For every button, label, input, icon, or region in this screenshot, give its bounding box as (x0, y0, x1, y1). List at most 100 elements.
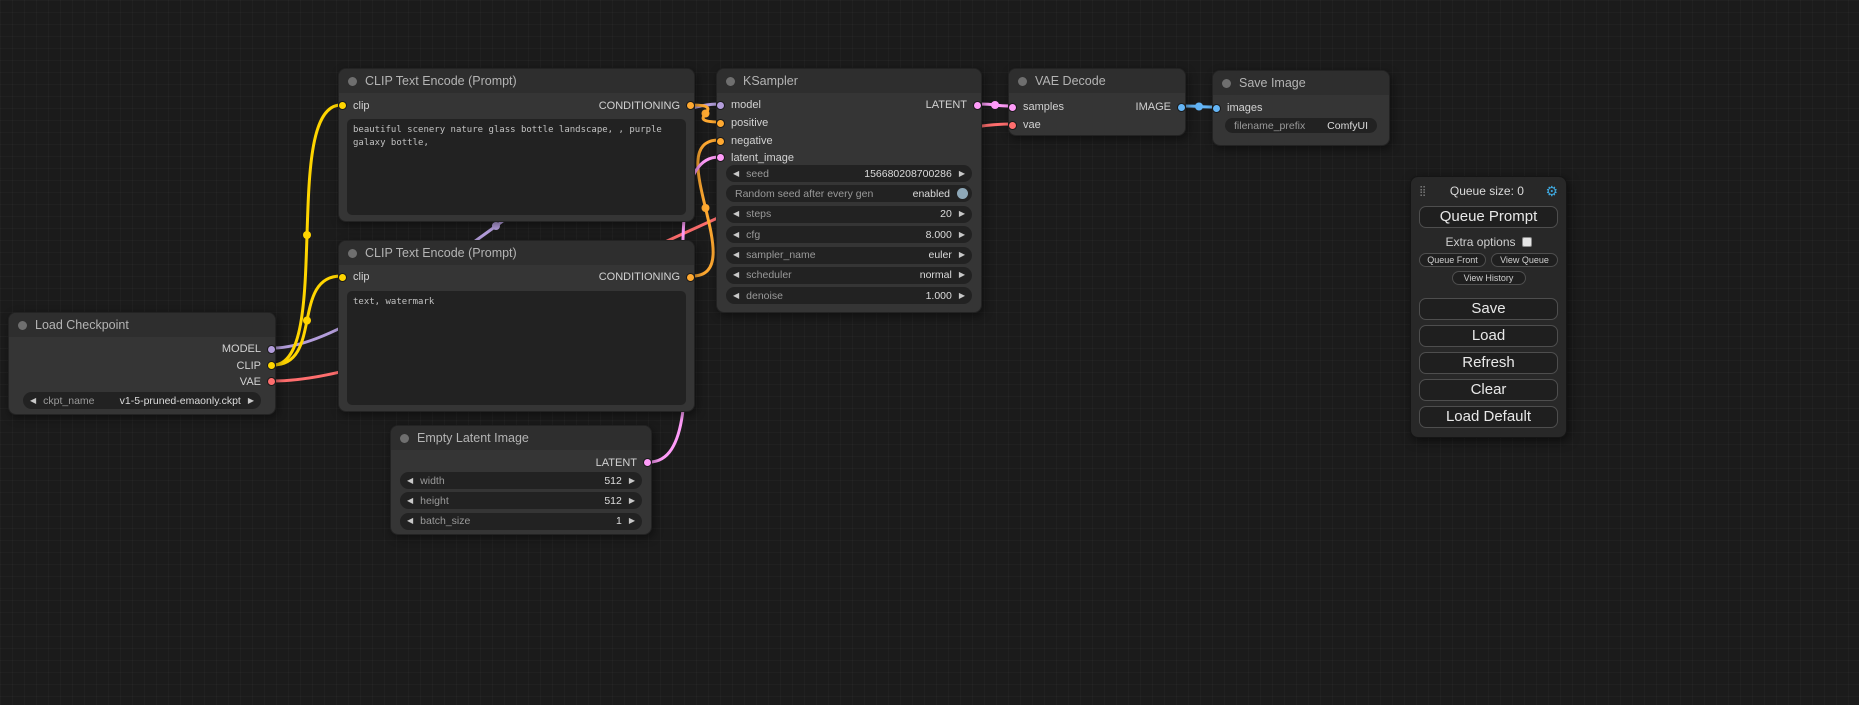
node-vae-decode[interactable]: VAE Decode samples vae IMAGE (1008, 68, 1186, 136)
node-load-checkpoint[interactable]: Load Checkpoint MODEL CLIP VAE ◀ ckpt_na… (8, 312, 276, 415)
output-slot-image[interactable] (1177, 103, 1186, 112)
view-history-button[interactable]: View History (1452, 271, 1526, 285)
widget-value: 8.000 (926, 229, 952, 241)
input-slot-images[interactable] (1212, 104, 1221, 113)
collapse-dot[interactable] (1222, 79, 1231, 88)
output-slot-conditioning[interactable] (686, 101, 695, 110)
queue-prompt-button[interactable]: Queue Prompt (1419, 206, 1558, 228)
collapse-dot[interactable] (18, 321, 27, 330)
prompt-textarea[interactable]: text, watermark (347, 291, 686, 405)
increment-arrow-icon[interactable]: ▶ (629, 477, 635, 485)
output-slot-conditioning[interactable] (686, 273, 695, 282)
toggle-dot[interactable] (957, 188, 968, 199)
increment-arrow-icon[interactable]: ▶ (629, 497, 635, 505)
collapse-dot[interactable] (400, 434, 409, 443)
node-header[interactable]: Empty Latent Image (391, 426, 651, 450)
increment-arrow-icon[interactable]: ▶ (959, 170, 965, 178)
input-slot-samples[interactable] (1008, 103, 1017, 112)
increment-arrow-icon[interactable]: ▶ (248, 397, 254, 405)
widget-value: enabled (913, 188, 950, 200)
node-empty-latent-image[interactable]: Empty Latent Image LATENT ◀ width 512 ▶ … (390, 425, 652, 535)
input-slot-vae[interactable] (1008, 121, 1017, 130)
widget-steps[interactable]: ◀ steps 20 ▶ (726, 206, 972, 223)
input-label-model: model (731, 99, 761, 111)
clear-button[interactable]: Clear (1419, 379, 1558, 401)
node-header[interactable]: Save Image (1213, 71, 1389, 95)
widget-filename-prefix[interactable]: filename_prefix ComfyUI (1225, 118, 1377, 133)
node-header[interactable]: VAE Decode (1009, 69, 1185, 93)
collapse-dot[interactable] (1018, 77, 1027, 86)
output-slot-clip[interactable] (267, 361, 276, 370)
increment-arrow-icon[interactable]: ▶ (959, 251, 965, 259)
widget-label: sampler_name (746, 249, 815, 261)
input-slot-positive[interactable] (716, 119, 725, 128)
decrement-arrow-icon[interactable]: ◀ (733, 251, 739, 259)
output-label-latent: LATENT (596, 457, 637, 469)
settings-gear-icon[interactable]: ⚙ (1545, 184, 1558, 198)
decrement-arrow-icon[interactable]: ◀ (30, 397, 36, 405)
link-midpoint-dot (702, 110, 710, 118)
input-slot-latent-image[interactable] (716, 153, 725, 162)
node-clip-text-encode-positive[interactable]: CLIP Text Encode (Prompt) clip CONDITION… (338, 68, 695, 222)
widget-cfg[interactable]: ◀ cfg 8.000 ▶ (726, 226, 972, 243)
widget-value: euler (928, 249, 951, 261)
input-slot-negative[interactable] (716, 137, 725, 146)
input-slot-clip[interactable] (338, 273, 347, 282)
widget-seed[interactable]: ◀ seed 156680208700286 ▶ (726, 165, 972, 182)
increment-arrow-icon[interactable]: ▶ (959, 292, 965, 300)
decrement-arrow-icon[interactable]: ◀ (733, 210, 739, 218)
collapse-dot[interactable] (726, 77, 735, 86)
input-label-clip: clip (353, 100, 370, 112)
view-queue-button[interactable]: View Queue (1491, 253, 1558, 267)
node-title: KSampler (743, 74, 798, 88)
decrement-arrow-icon[interactable]: ◀ (733, 292, 739, 300)
decrement-arrow-icon[interactable]: ◀ (407, 517, 413, 525)
drag-handle-icon[interactable]: ⣿ (1419, 186, 1425, 197)
widget-ckpt-name[interactable]: ◀ ckpt_name v1-5-pruned-emaonly.ckpt ▶ (23, 392, 261, 409)
node-header[interactable]: CLIP Text Encode (Prompt) (339, 241, 694, 265)
decrement-arrow-icon[interactable]: ◀ (407, 497, 413, 505)
graph-canvas[interactable]: Load Checkpoint MODEL CLIP VAE ◀ ckpt_na… (0, 0, 1859, 705)
decrement-arrow-icon[interactable]: ◀ (733, 170, 739, 178)
increment-arrow-icon[interactable]: ▶ (959, 231, 965, 239)
refresh-button[interactable]: Refresh (1419, 352, 1558, 374)
node-clip-text-encode-negative[interactable]: CLIP Text Encode (Prompt) clip CONDITION… (338, 240, 695, 412)
widget-width[interactable]: ◀ width 512 ▶ (400, 472, 642, 489)
widget-denoise[interactable]: ◀ denoise 1.000 ▶ (726, 287, 972, 304)
input-slot-clip[interactable] (338, 101, 347, 110)
increment-arrow-icon[interactable]: ▶ (629, 517, 635, 525)
prompt-textarea[interactable]: beautiful scenery nature glass bottle la… (347, 119, 686, 215)
increment-arrow-icon[interactable]: ▶ (959, 271, 965, 279)
decrement-arrow-icon[interactable]: ◀ (733, 231, 739, 239)
decrement-arrow-icon[interactable]: ◀ (733, 271, 739, 279)
decrement-arrow-icon[interactable]: ◀ (407, 477, 413, 485)
node-header[interactable]: Load Checkpoint (9, 313, 275, 337)
node-header[interactable]: KSampler (717, 69, 981, 93)
queue-front-button[interactable]: Queue Front (1419, 253, 1486, 267)
extra-options-checkbox[interactable] (1522, 237, 1532, 247)
output-slot-latent[interactable] (643, 458, 652, 467)
node-save-image[interactable]: Save Image images filename_prefix ComfyU… (1212, 70, 1390, 146)
widget-batch-size[interactable]: ◀ batch_size 1 ▶ (400, 513, 642, 530)
load-button[interactable]: Load (1419, 325, 1558, 347)
widget-value: 20 (940, 208, 952, 220)
input-slot-model[interactable] (716, 101, 725, 110)
output-slot-latent[interactable] (973, 101, 982, 110)
output-slot-model[interactable] (267, 345, 276, 354)
widget-sampler-name[interactable]: ◀ sampler_name euler ▶ (726, 247, 972, 264)
widget-value: normal (920, 269, 952, 281)
collapse-dot[interactable] (348, 249, 357, 258)
widget-label: batch_size (420, 515, 470, 527)
widget-scheduler[interactable]: ◀ scheduler normal ▶ (726, 267, 972, 284)
node-ksampler[interactable]: KSampler model positive negative latent_… (716, 68, 982, 313)
load-default-button[interactable]: Load Default (1419, 406, 1558, 428)
widget-height[interactable]: ◀ height 512 ▶ (400, 492, 642, 509)
widget-label: denoise (746, 290, 783, 302)
link-midpoint-dot (303, 231, 311, 239)
node-header[interactable]: CLIP Text Encode (Prompt) (339, 69, 694, 93)
output-slot-vae[interactable] (267, 377, 276, 386)
save-button[interactable]: Save (1419, 298, 1558, 320)
widget-random-seed[interactable]: Random seed after every gen enabled (726, 185, 972, 202)
increment-arrow-icon[interactable]: ▶ (959, 210, 965, 218)
collapse-dot[interactable] (348, 77, 357, 86)
